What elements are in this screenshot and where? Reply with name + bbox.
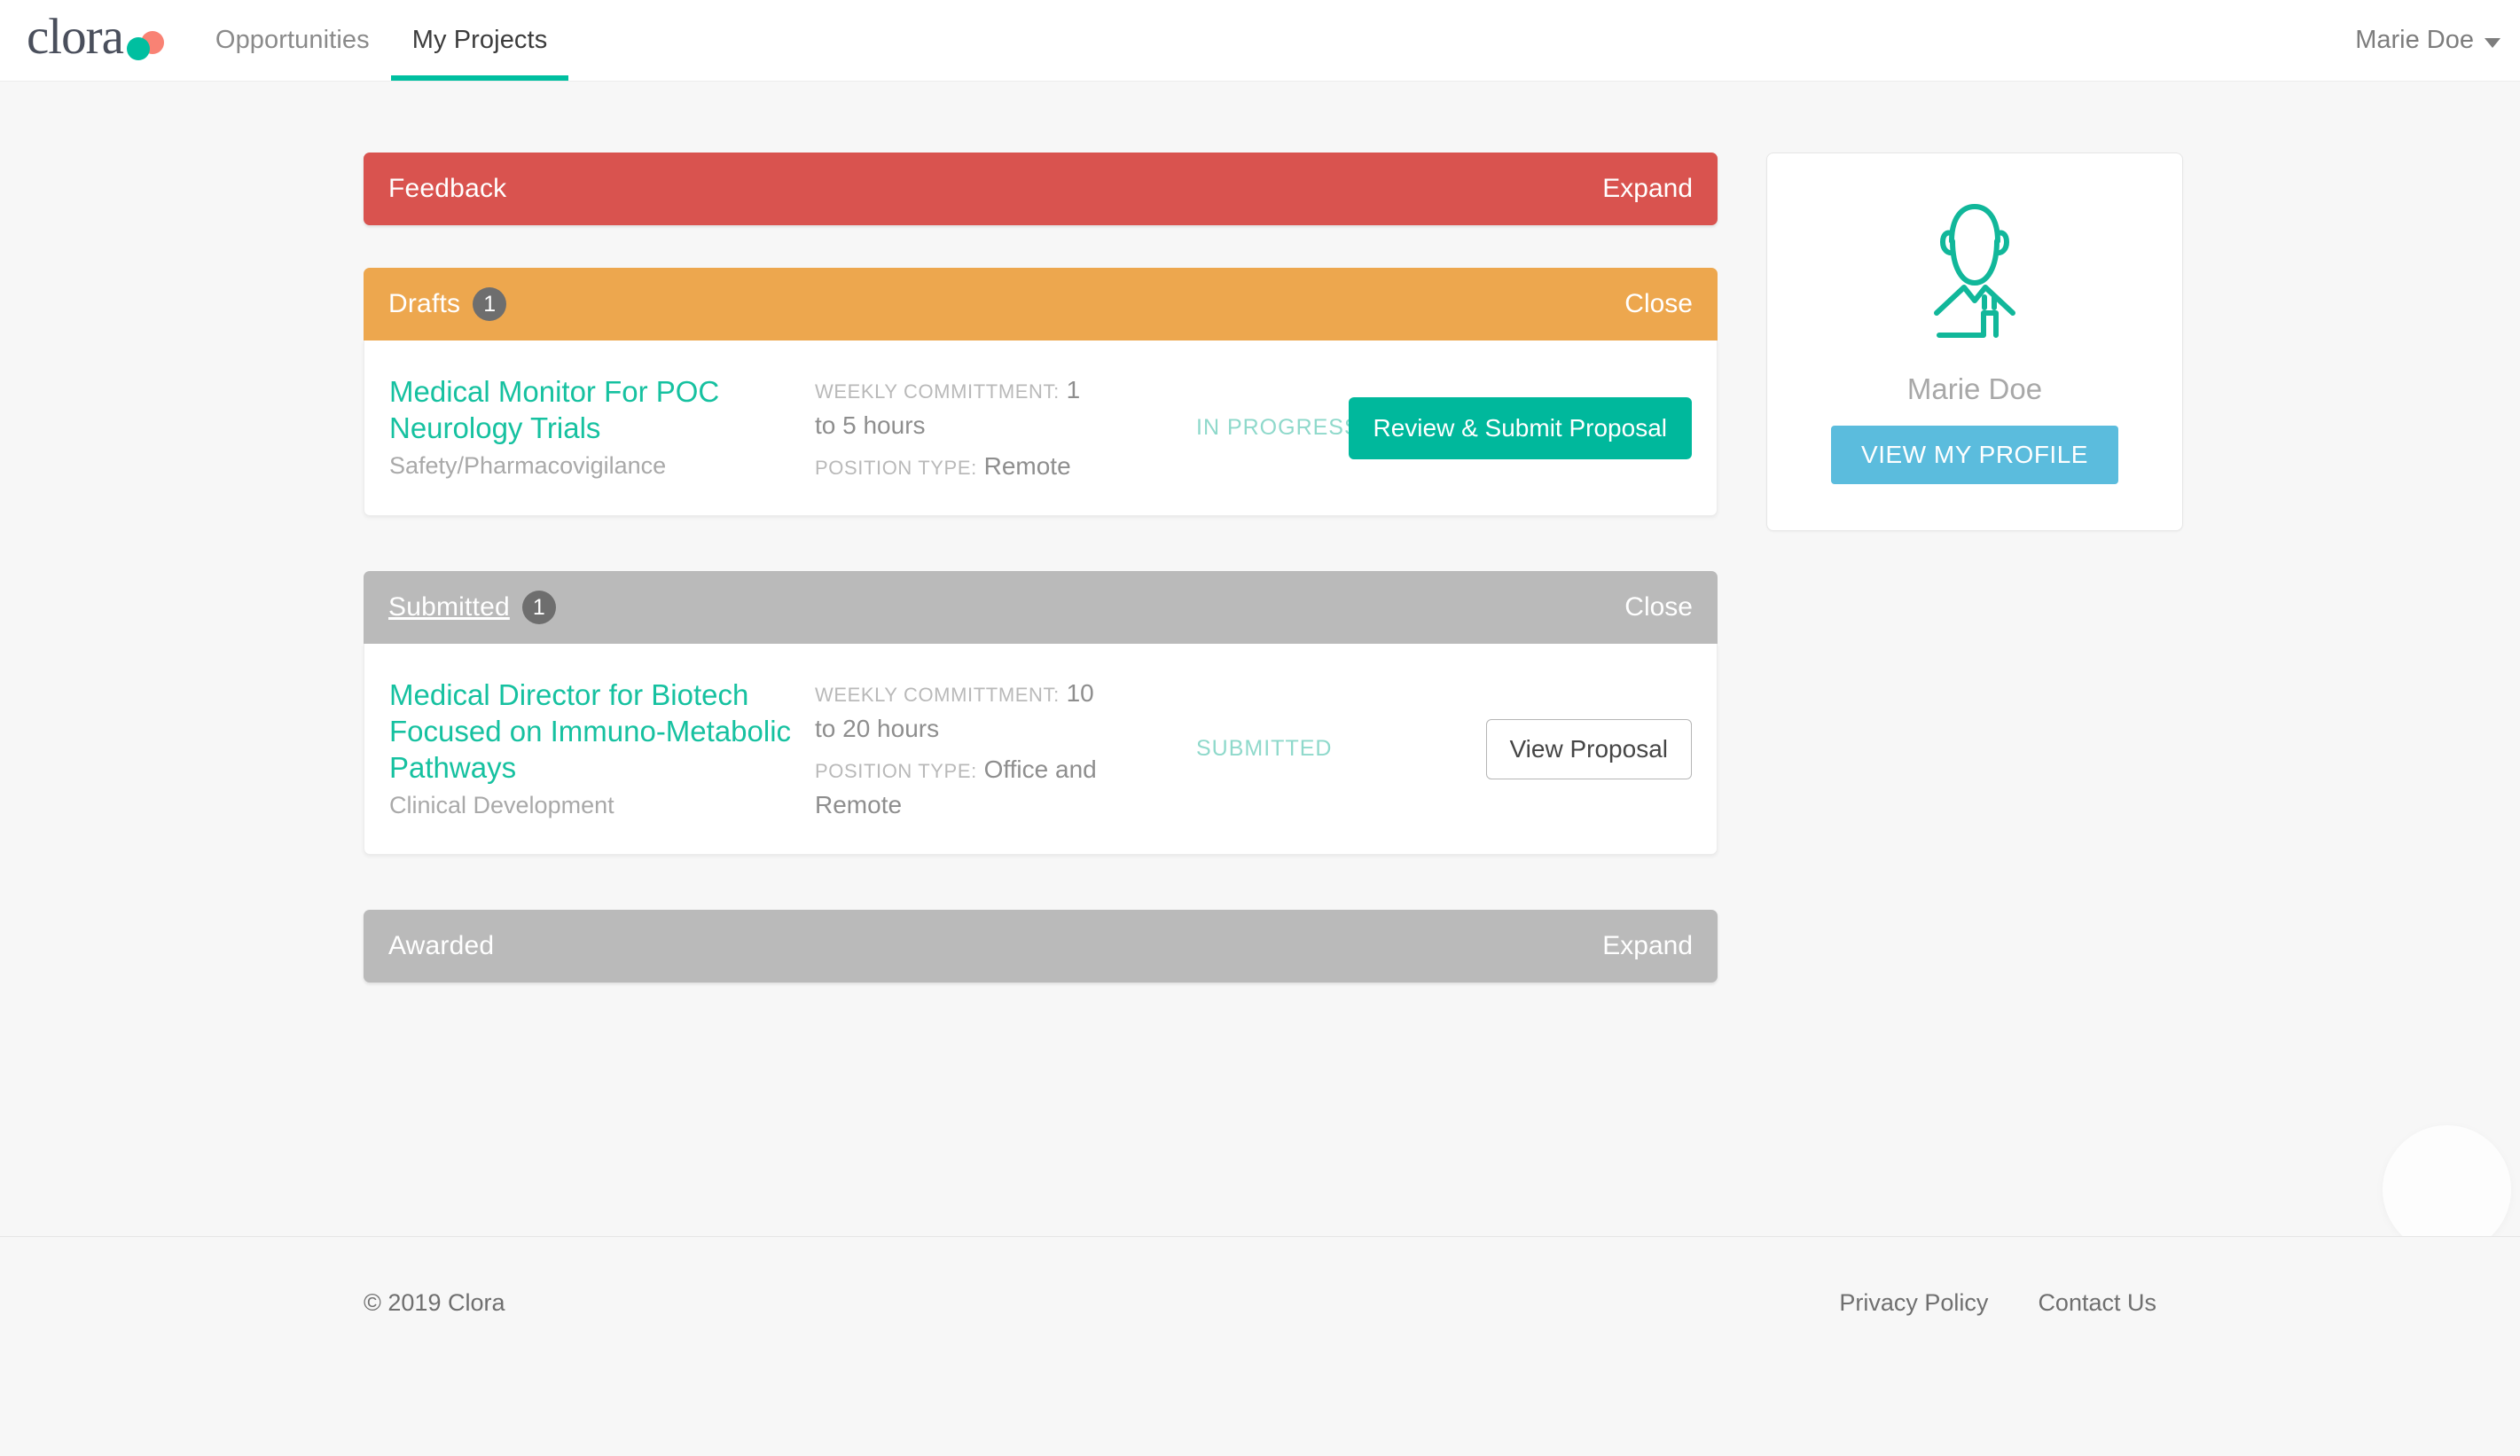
content-wrapper: Feedback Expand Drafts 1 Close Medical M…	[0, 82, 2520, 983]
submitted-project-title-link[interactable]: Medical Director for Biotech Focused on …	[389, 677, 797, 787]
submitted-weekly-commitment-label: WEEKLY COMMITTMENT:	[815, 684, 1060, 707]
submitted-position-type-label: POSITION TYPE:	[815, 759, 977, 782]
brand-logo[interactable]: clora	[0, 0, 173, 81]
draft-project-title-link[interactable]: Medical Monitor For POC Neurology Trials	[389, 374, 797, 447]
draft-weekly-commitment-label: WEEKLY COMMITTMENT:	[815, 380, 1060, 403]
tab-opportunities[interactable]: Opportunities	[194, 0, 391, 81]
draft-project-info: Medical Monitor For POC Neurology Trials…	[389, 374, 815, 481]
draft-project-category: Safety/Pharmacovigilance	[389, 451, 667, 479]
submitted-position-type: POSITION TYPE: Office and Remote	[815, 752, 1107, 823]
chat-bubble-icon[interactable]	[2383, 1125, 2511, 1254]
awarded-expand-button[interactable]: Expand	[1602, 931, 1693, 961]
section-awarded: Awarded Expand	[364, 910, 1718, 983]
page-footer: © 2019 Clora Privacy Policy Contact Us	[0, 1236, 2520, 1369]
drafts-close-button[interactable]: Close	[1624, 289, 1693, 319]
doctor-avatar-icon	[1934, 204, 2015, 338]
awarded-banner-title: Awarded	[388, 931, 495, 961]
profile-column: Marie Doe VIEW MY PROFILE	[1766, 153, 2183, 531]
clora-logo-dots-icon	[126, 30, 164, 68]
profile-card: Marie Doe VIEW MY PROFILE	[1766, 153, 2183, 531]
submitted-action-cell: View Proposal	[1399, 718, 1692, 779]
brand-wordmark: clora	[27, 9, 124, 65]
section-drafts: Drafts 1 Close Medical Monitor For POC N…	[364, 268, 1718, 517]
feedback-banner[interactable]: Feedback Expand	[364, 153, 1718, 225]
submitted-project-info: Medical Director for Biotech Focused on …	[389, 677, 815, 821]
section-submitted: Submitted 1 Close Medical Director for B…	[364, 571, 1718, 856]
submitted-count-badge: 1	[521, 591, 556, 625]
section-feedback: Feedback Expand	[364, 153, 1718, 225]
page-body: Feedback Expand Drafts 1 Close Medical M…	[0, 82, 2520, 1369]
contact-us-link[interactable]: Contact Us	[2038, 1289, 2156, 1317]
submitted-banner-title: Submitted	[388, 592, 510, 622]
user-menu[interactable]: Marie Doe	[2355, 0, 2520, 81]
tab-opportunities-label: Opportunities	[215, 26, 370, 54]
draft-position-type-value: Remote	[983, 451, 1071, 480]
view-my-profile-button[interactable]: VIEW MY PROFILE	[1831, 426, 2118, 484]
draft-position-type-label: POSITION TYPE:	[815, 456, 977, 479]
privacy-policy-link[interactable]: Privacy Policy	[1839, 1289, 1988, 1317]
submitted-weekly-commitment: WEEKLY COMMITTMENT: 10 to 20 hours	[815, 676, 1107, 747]
chevron-down-icon	[2485, 38, 2500, 48]
drafts-banner[interactable]: Drafts 1 Close	[364, 268, 1718, 341]
user-menu-label: Marie Doe	[2355, 26, 2474, 54]
copyright-text: © 2019 Clora	[364, 1289, 505, 1316]
draft-project-meta: WEEKLY COMMITTMENT: 1 to 5 hours POSITIO…	[815, 372, 1107, 483]
footer-links: Privacy Policy Contact Us	[1839, 1289, 2156, 1317]
tab-my-projects[interactable]: My Projects	[390, 0, 569, 81]
avatar	[1794, 192, 2156, 348]
tab-my-projects-label: My Projects	[411, 26, 548, 54]
drafts-count-badge: 1	[473, 287, 507, 321]
submitted-close-button[interactable]: Close	[1624, 592, 1693, 622]
review-and-submit-proposal-button[interactable]: Review & Submit Proposal	[1348, 396, 1692, 459]
profile-name: Marie Doe	[1906, 372, 2043, 405]
submitted-status-badge: SUBMITTED	[1196, 736, 1333, 762]
projects-column: Feedback Expand Drafts 1 Close Medical M…	[364, 153, 1718, 983]
top-navigation-bar: clora Opportunities My Projects Marie Do…	[0, 0, 2520, 82]
submitted-project-meta: WEEKLY COMMITTMENT: 10 to 20 hours POSIT…	[815, 676, 1107, 822]
feedback-expand-button[interactable]: Expand	[1602, 174, 1693, 204]
awarded-banner[interactable]: Awarded Expand	[364, 910, 1718, 983]
draft-position-type: POSITION TYPE: Remote	[815, 449, 1107, 484]
submitted-project-category: Clinical Development	[389, 791, 614, 818]
drafts-banner-title: Drafts	[388, 289, 461, 318]
view-proposal-button[interactable]: View Proposal	[1485, 718, 1692, 779]
nav-tabs: Opportunities My Projects	[194, 0, 568, 81]
submitted-project-row: Medical Director for Biotech Focused on …	[364, 644, 1718, 856]
draft-action-cell: Review & Submit Proposal	[1348, 396, 1692, 459]
feedback-banner-title: Feedback	[388, 174, 507, 203]
submitted-banner[interactable]: Submitted 1 Close	[364, 571, 1718, 645]
draft-weekly-commitment: WEEKLY COMMITTMENT: 1 to 5 hours	[815, 372, 1107, 443]
draft-project-row: Medical Monitor For POC Neurology Trials…	[364, 341, 1718, 517]
